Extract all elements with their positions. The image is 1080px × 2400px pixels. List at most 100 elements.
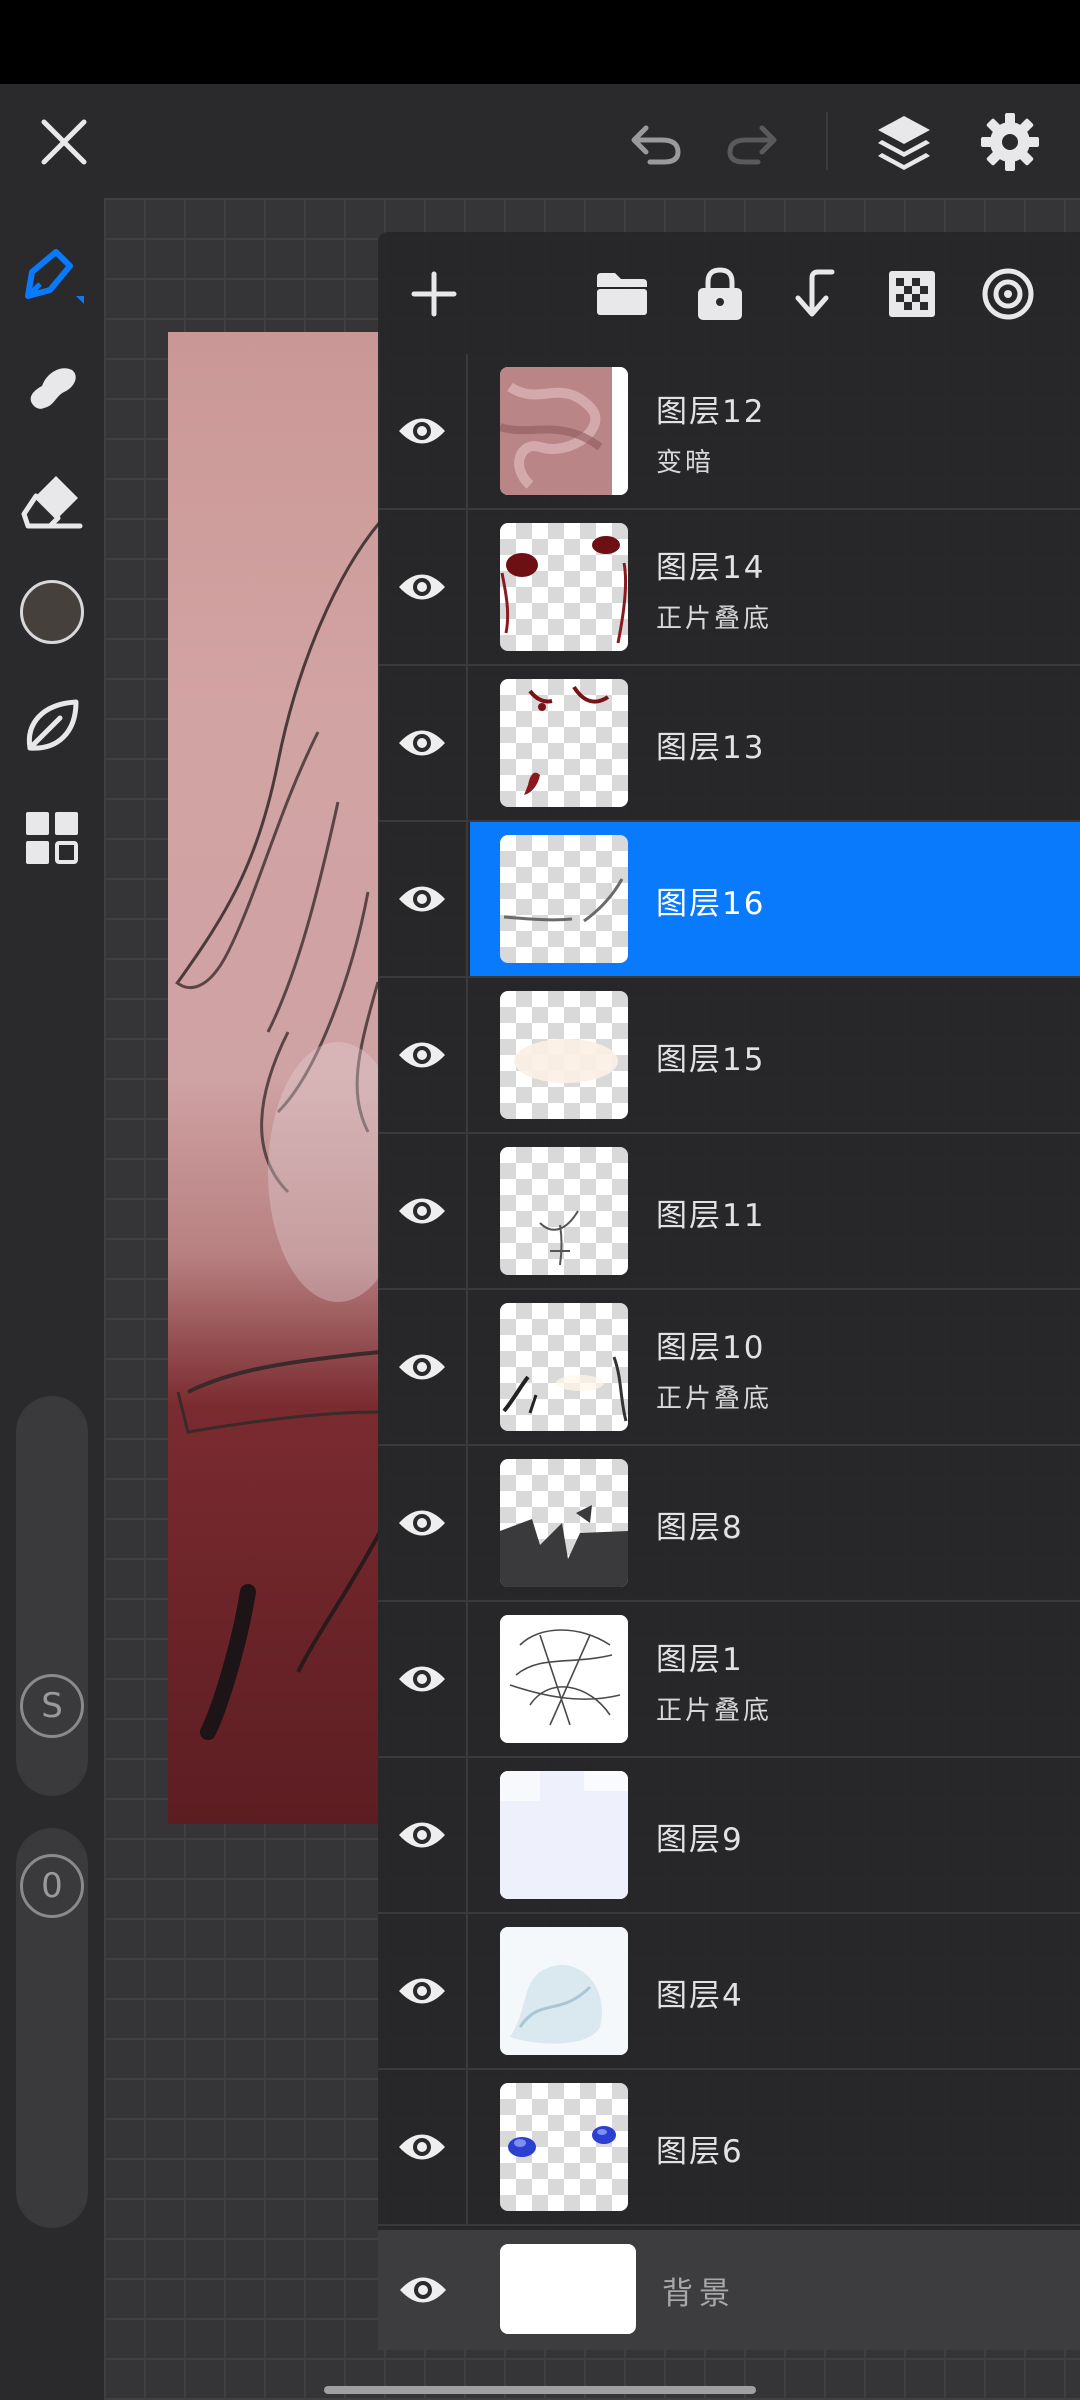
- top-toolbar: [0, 84, 1080, 198]
- layer-row[interactable]: 图层1 正片叠底: [378, 1602, 1080, 1758]
- layer-row[interactable]: 图层15: [378, 978, 1080, 1134]
- add-layer-button[interactable]: [398, 258, 470, 330]
- layer-thumbnail: [500, 1615, 628, 1743]
- merge-down-icon: [795, 269, 835, 317]
- layer-row[interactable]: 图层6: [378, 2070, 1080, 2226]
- layers-icon: [878, 116, 930, 170]
- eye-icon: [400, 2277, 446, 2303]
- layer-content[interactable]: 图层13: [470, 666, 1080, 820]
- layer-name: 图层12: [656, 394, 766, 430]
- layer-row[interactable]: 图层10 正片叠底: [378, 1290, 1080, 1446]
- smudge-tool-button[interactable]: [12, 348, 92, 428]
- layer-content[interactable]: 图层12 变暗: [470, 354, 1080, 508]
- layer-content[interactable]: 图层10 正片叠底: [470, 1290, 1080, 1444]
- size-slider-label: S: [41, 1686, 63, 1726]
- leaf-icon: [26, 699, 79, 751]
- visibility-toggle[interactable]: [378, 510, 468, 664]
- layer-content[interactable]: 图层1 正片叠底: [470, 1602, 1080, 1756]
- opacity-slider[interactable]: 0: [16, 1828, 88, 2228]
- undo-button[interactable]: [620, 106, 692, 178]
- layer-content[interactable]: 图层4: [470, 1914, 1080, 2068]
- visibility-toggle[interactable]: [378, 1446, 468, 1600]
- layer-name: 图层10: [656, 1330, 766, 1366]
- layer-row[interactable]: 图层11: [378, 1134, 1080, 1290]
- left-toolbar: S 0: [0, 198, 104, 2400]
- visibility-toggle[interactable]: [378, 1290, 468, 1444]
- undo-icon: [631, 125, 681, 165]
- visibility-toggle[interactable]: [378, 1758, 468, 1912]
- new-group-button[interactable]: [586, 258, 658, 330]
- layer-row[interactable]: 图层8: [378, 1446, 1080, 1602]
- layers-panel-toolbar: [378, 232, 1080, 354]
- opacity-knob[interactable]: 0: [20, 1854, 84, 1918]
- layer-row[interactable]: 图层4: [378, 1914, 1080, 2070]
- lock-icon: [698, 267, 742, 320]
- visibility-toggle[interactable]: [378, 354, 468, 508]
- layer-row[interactable]: 图层16: [378, 822, 1080, 978]
- layer-content[interactable]: 图层9: [470, 1758, 1080, 1912]
- eye-icon: [399, 1822, 445, 1848]
- layer-thumbnail: [500, 679, 628, 807]
- visibility-toggle[interactable]: [378, 1914, 468, 2068]
- layer-row[interactable]: 图层12 变暗: [378, 354, 1080, 510]
- visibility-toggle[interactable]: [378, 822, 468, 976]
- layer-name: 图层1: [656, 1642, 744, 1678]
- layer-name: 图层8: [656, 1510, 744, 1546]
- redo-button[interactable]: [716, 106, 788, 178]
- layer-thumbnail: [500, 367, 628, 495]
- gallery-grid-icon: [26, 812, 78, 864]
- alpha-lock-button[interactable]: [876, 258, 948, 330]
- app-root: S 0 图层12 变暗 图层14 正片叠底 图层13 图层16 图层15 图层1…: [0, 0, 1080, 2400]
- layer-content[interactable]: 图层14 正片叠底: [470, 510, 1080, 664]
- adjust-tool-button[interactable]: [12, 686, 92, 766]
- layer-row[interactable]: 图层14 正片叠底: [378, 510, 1080, 666]
- color-picker-button[interactable]: [12, 572, 92, 652]
- opacity-slider-label: 0: [41, 1866, 63, 1906]
- eye-icon: [399, 730, 445, 756]
- home-indicator: [324, 2386, 756, 2394]
- settings-button[interactable]: [974, 106, 1046, 178]
- brush-size-knob[interactable]: S: [20, 1674, 84, 1738]
- layer-name: 图层6: [656, 2134, 744, 2170]
- layer-row[interactable]: 图层9: [378, 1758, 1080, 1914]
- eye-icon: [399, 1510, 445, 1536]
- eye-icon: [399, 1666, 445, 1692]
- visibility-toggle[interactable]: [378, 1602, 468, 1756]
- visibility-toggle[interactable]: [378, 2230, 468, 2350]
- layer-name: 图层9: [656, 1822, 744, 1858]
- layer-thumbnail: [500, 1303, 628, 1431]
- smudge-icon: [30, 368, 76, 409]
- reference-layer-button[interactable]: [972, 258, 1044, 330]
- alpha-checker-icon: [889, 271, 935, 317]
- brush-size-slider[interactable]: S: [16, 1396, 88, 1796]
- artwork-canvas[interactable]: [168, 332, 380, 1824]
- folder-icon: [597, 273, 647, 315]
- layers-button[interactable]: [868, 106, 940, 178]
- layer-thumbnail: [500, 1927, 628, 2055]
- layer-thumbnail: [500, 523, 628, 651]
- layer-content[interactable]: 图层6: [470, 2070, 1080, 2224]
- eye-icon: [399, 1042, 445, 1068]
- status-bar: [0, 0, 1080, 84]
- brush-tool-button[interactable]: [12, 238, 92, 318]
- layer-thumbnail: [500, 835, 628, 963]
- layer-name: 图层4: [656, 1978, 744, 2014]
- layer-content[interactable]: 图层16: [470, 822, 1080, 976]
- gallery-button[interactable]: [12, 798, 92, 878]
- visibility-toggle[interactable]: [378, 2070, 468, 2224]
- brush-icon: [25, 249, 84, 304]
- merge-down-button[interactable]: [778, 258, 850, 330]
- layer-content[interactable]: 图层11: [470, 1134, 1080, 1288]
- layer-blend-mode: 正片叠底: [656, 1696, 773, 1726]
- layer-content[interactable]: 图层8: [470, 1446, 1080, 1600]
- layer-blend-mode: 正片叠底: [656, 1384, 773, 1414]
- visibility-toggle[interactable]: [378, 666, 468, 820]
- visibility-toggle[interactable]: [378, 978, 468, 1132]
- layer-row[interactable]: 图层13: [378, 666, 1080, 822]
- layer-content[interactable]: 图层15: [470, 978, 1080, 1132]
- close-button[interactable]: [28, 106, 100, 178]
- lock-layer-button[interactable]: [684, 258, 756, 330]
- background-layer-row[interactable]: 背景: [378, 2230, 1080, 2350]
- visibility-toggle[interactable]: [378, 1134, 468, 1288]
- eraser-tool-button[interactable]: [12, 460, 92, 540]
